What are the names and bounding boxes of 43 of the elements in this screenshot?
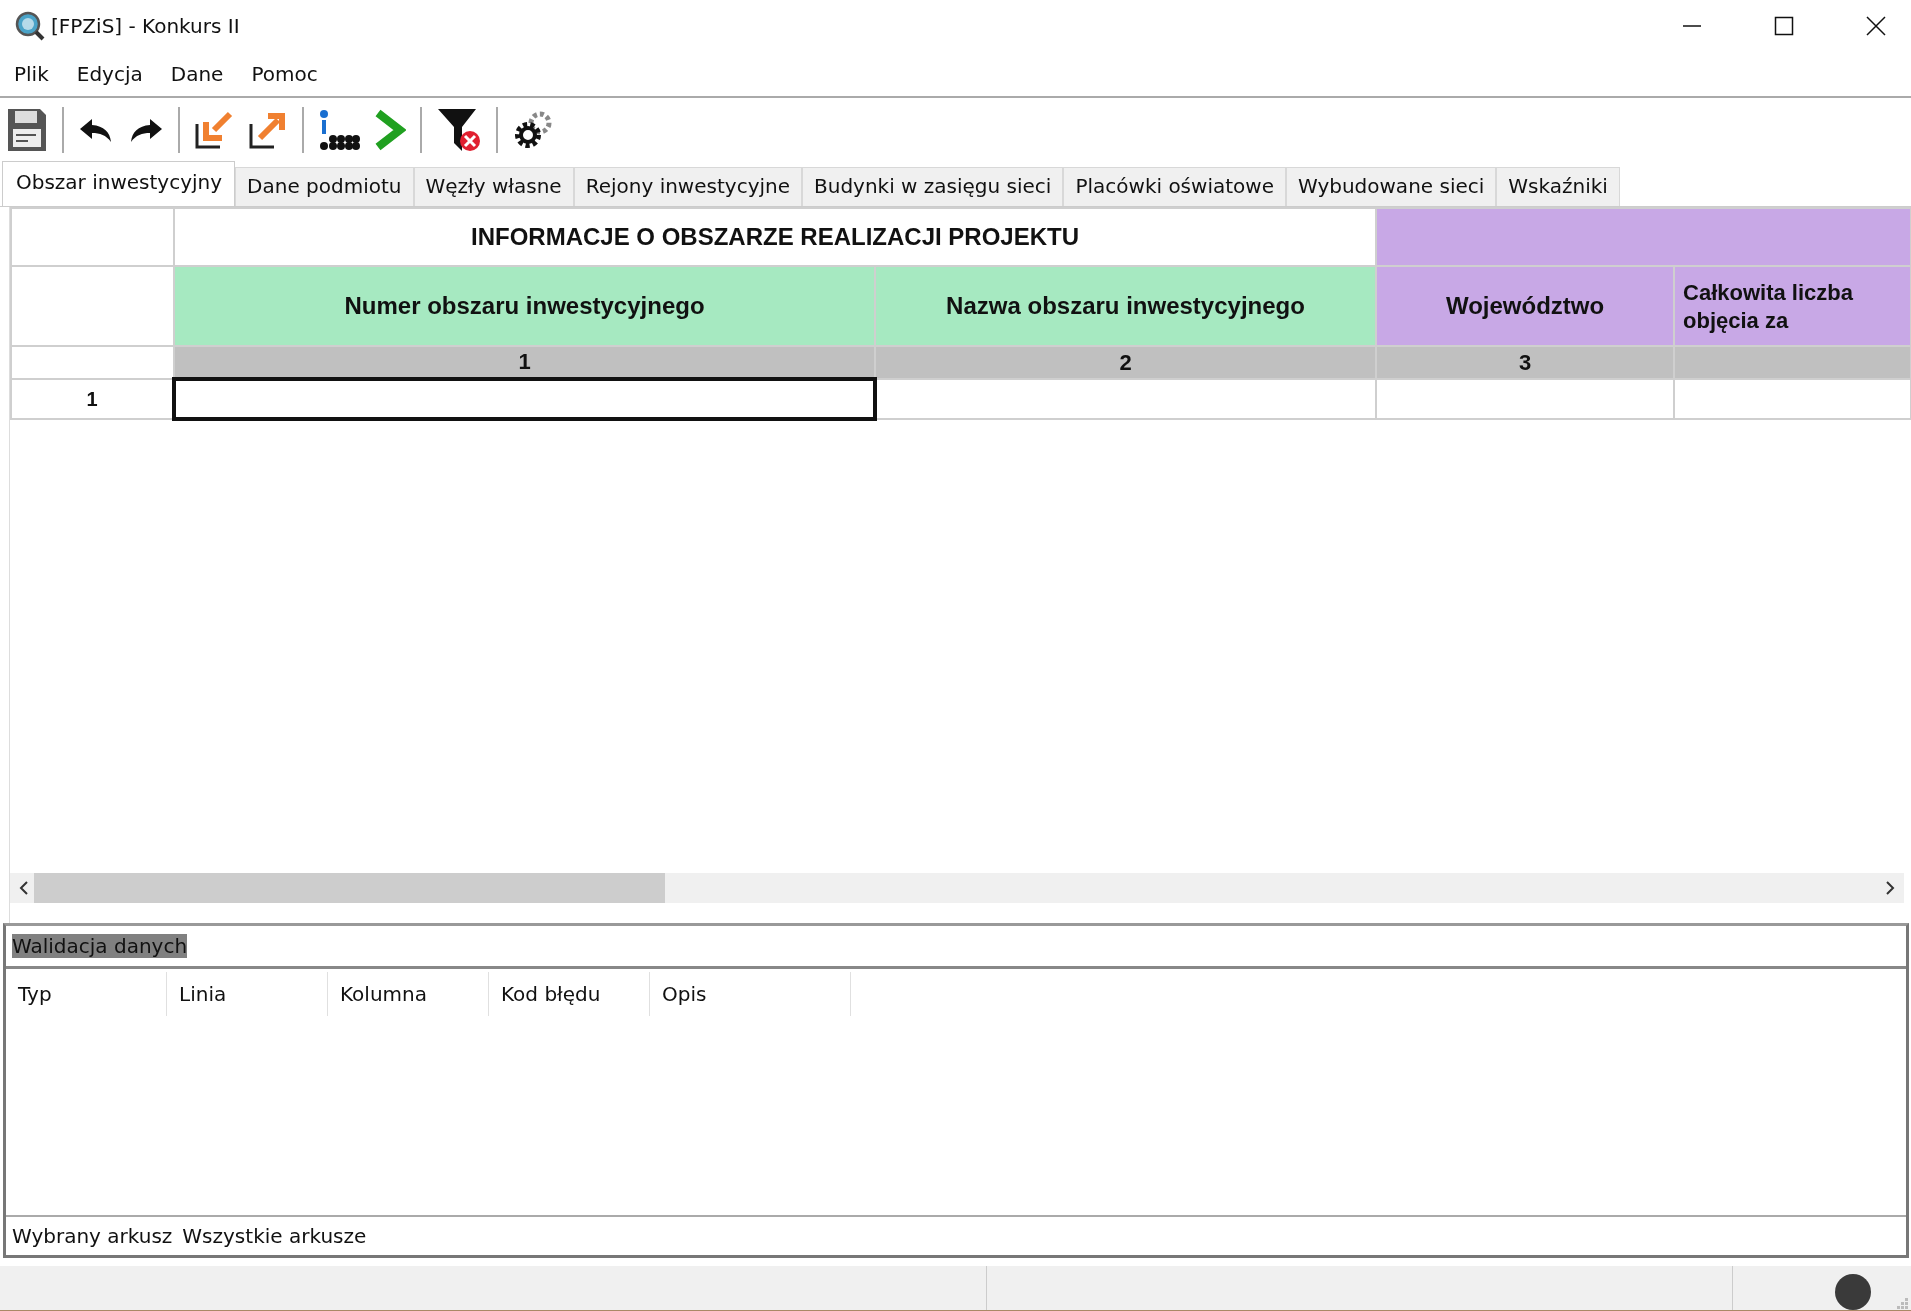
import-icon[interactable] — [194, 110, 234, 150]
group-header: INFORMACJE O OBSZARZE REALIZACJI PROJEKTU — [174, 208, 1376, 266]
column-header[interactable]: Opis — [650, 972, 851, 1016]
settings-icon[interactable] — [512, 109, 554, 151]
menu-item[interactable]: Edycja — [76, 62, 143, 86]
column-header[interactable]: Kolumna — [328, 972, 489, 1016]
menu-item[interactable]: Pomoc — [251, 62, 318, 86]
column-header[interactable]: Linia — [167, 972, 328, 1016]
column-header[interactable]: Kod błędu — [489, 972, 650, 1016]
sheet-tab[interactable]: Rejony inwestycyjne — [573, 167, 802, 206]
maximize-icon[interactable] — [1774, 16, 1794, 36]
clear-filter-icon[interactable] — [436, 107, 482, 153]
column-header[interactable]: Typ — [6, 972, 167, 1016]
menu-item[interactable]: Plik — [14, 62, 49, 86]
sheet-tab[interactable]: Dane podmiotu — [235, 167, 414, 206]
window-title: [FPZiS] - Konkurs II — [51, 14, 240, 38]
column-number: 2 — [875, 346, 1376, 379]
menu-item[interactable]: Dane — [170, 62, 224, 86]
table-cell[interactable] — [174, 379, 875, 419]
column-header: Nazwa obszaru inwestycyjnego — [875, 266, 1376, 346]
scroll-left-icon[interactable] — [18, 880, 30, 896]
info-grid-icon[interactable] — [318, 109, 360, 151]
resize-grip-icon[interactable] — [1895, 1296, 1909, 1310]
column-number: 3 — [1376, 346, 1674, 379]
sheet-tab[interactable]: Placówki oświatowe — [1063, 167, 1286, 206]
scroll-right-icon[interactable] — [1884, 880, 1896, 896]
scrollbar-thumb[interactable] — [34, 873, 665, 903]
sheet-tab[interactable]: Węzły własne — [413, 167, 574, 206]
close-icon[interactable] — [1866, 16, 1886, 36]
sheet-tab[interactable]: Budynki w zasięgu sieci — [802, 167, 1064, 206]
sheet-tab[interactable]: Obszar inwestycyjny — [2, 161, 236, 206]
save-icon[interactable] — [6, 107, 48, 153]
column-header: Całkowita liczba objęcia za — [1674, 266, 1911, 346]
sheet-tab[interactable]: Wybudowane sieci — [1285, 167, 1497, 206]
sheet-filter-tab[interactable]: Wybrany arkusz — [12, 1224, 173, 1248]
sheet-tab[interactable]: Wskaźniki — [1496, 167, 1620, 206]
column-header: Numer obszaru inwestycyjnego — [174, 266, 875, 346]
export-icon[interactable] — [248, 110, 288, 150]
row-number: 1 — [11, 379, 174, 419]
sheet-filter-tab[interactable]: Wszystkie arkusze — [182, 1224, 367, 1248]
panel-title: Walidacja danych — [12, 934, 188, 958]
app-logo-icon — [15, 11, 45, 41]
column-header: Województwo — [1376, 266, 1674, 346]
